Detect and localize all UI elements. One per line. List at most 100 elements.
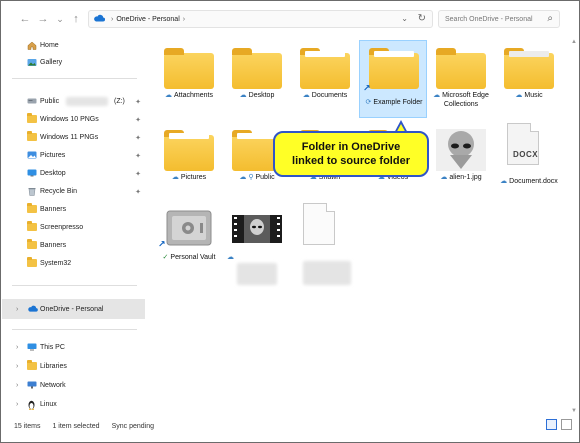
folder-icon [504, 47, 554, 89]
sidebar-item-pictures[interactable]: Pictures ✦ [2, 147, 145, 164]
libraries-icon [27, 360, 37, 370]
sidebar-item-desktop[interactable]: Desktop ✦ [2, 165, 145, 182]
expand-chevron-icon[interactable]: › [16, 306, 18, 313]
network-drive-icon [27, 97, 37, 105]
address-bar[interactable]: › OneDrive - Personal › ⌄ ↻ [88, 10, 433, 28]
sidebar-item-network[interactable]: › Network [2, 377, 145, 394]
sidebar-item-windows-11-pngs[interactable]: Windows 11 PNGs ✦ [2, 129, 145, 146]
folder-icon [27, 221, 37, 231]
item-label: Example Folder [373, 99, 423, 106]
sidebar-item-label: Banners [40, 206, 67, 213]
alien-image-thumbnail [436, 129, 486, 171]
scroll-up-icon[interactable]: ▲ [571, 39, 577, 45]
sidebar-item-windows-10-pngs[interactable]: Windows 10 PNGs ✦ [2, 111, 145, 128]
expand-chevron-icon[interactable]: › [16, 344, 18, 351]
document-icon: DOCX [507, 123, 539, 165]
file-item-desktop[interactable]: ☁ Desktop [223, 41, 291, 121]
breadcrumb-separator-icon: › [111, 15, 114, 23]
home-icon [27, 41, 37, 50]
item-label: Desktop [248, 92, 275, 99]
vertical-scrollbar[interactable]: ▲ ▼ [571, 39, 577, 414]
pin-icon: ✦ [135, 116, 141, 124]
sidebar-item-label: Network [40, 382, 66, 389]
cloud-status-icon: ☁ [171, 174, 179, 181]
file-item-pictures[interactable]: ☁ Pictures [155, 123, 223, 203]
scroll-down-icon[interactable]: ▼ [571, 408, 577, 414]
expand-chevron-icon[interactable]: › [16, 401, 18, 408]
item-label: alien-1.jpg [449, 174, 482, 181]
file-item-video[interactable]: ☁ [223, 203, 291, 285]
search-box[interactable]: Search OneDrive - Personal ⌕ [438, 10, 560, 28]
available-check-icon: ✓ [162, 254, 169, 261]
sidebar-divider [12, 329, 137, 330]
sidebar-item-recycle-bin[interactable]: Recycle Bin ✦ [2, 183, 145, 200]
redacted-filename [237, 263, 277, 285]
folder-icon [232, 47, 282, 89]
folder-icon [300, 47, 350, 89]
forward-arrow-icon[interactable]: → [35, 11, 51, 27]
navigation-pane: Home Gallery Public (Z:) ✦ Windows 10 PN… [2, 37, 145, 415]
item-label: Attachments [174, 92, 213, 99]
pin-icon: ✦ [135, 170, 141, 178]
address-row: ← → ⌄ ↑ › OneDrive - Personal › ⌄ ↻ Sear… [1, 1, 579, 37]
callout-annotation: Folder in OneDrive linked to source fold… [273, 131, 429, 177]
file-item-personal-vault[interactable]: ↗ ✓ Personal Vault [155, 203, 223, 283]
expand-chevron-icon[interactable]: › [16, 363, 18, 370]
sidebar-item-home[interactable]: Home [2, 37, 145, 54]
sidebar-item-banners[interactable]: Banners [2, 237, 145, 254]
pin-icon: ✦ [135, 134, 141, 142]
file-item-document-docx[interactable]: DOCX ☁ Document.docx [495, 123, 563, 203]
recent-locations-chevron-icon[interactable]: ⌄ [52, 11, 68, 27]
file-item-music[interactable]: ☁ Music [495, 41, 563, 121]
item-label: Microsoft Edge Collections [442, 92, 489, 108]
item-label: Public [255, 174, 275, 181]
details-view-icon[interactable] [546, 419, 557, 430]
expand-chevron-icon[interactable]: › [16, 382, 18, 389]
sidebar-item-label: System32 [40, 260, 72, 267]
blank-file-icon [303, 203, 335, 245]
sidebar-item-label: Screenpresso [40, 224, 84, 231]
computer-icon [27, 343, 37, 351]
folder-icon [27, 203, 37, 213]
redacted-text [66, 97, 108, 106]
cloud-status-icon: ☁ [302, 92, 310, 99]
sidebar-item-system32[interactable]: System32 [2, 255, 145, 272]
item-label: Pictures [180, 174, 207, 181]
folder-icon [27, 257, 37, 267]
sidebar-item-linux[interactable]: › Linux [2, 396, 145, 413]
recycle-bin-icon [27, 187, 37, 196]
address-dropdown-icon[interactable]: ⌄ [401, 14, 408, 23]
sidebar-item-libraries[interactable]: › Libraries [2, 358, 145, 375]
file-item-attachments[interactable]: ☁ Attachments [155, 41, 223, 121]
sidebar-item-this-pc[interactable]: › This PC [2, 339, 145, 356]
refresh-icon[interactable]: ↻ [418, 13, 426, 24]
breadcrumb-onedrive[interactable]: OneDrive - Personal [116, 16, 179, 23]
item-label: Music [524, 92, 543, 99]
file-item-blank-file[interactable] [291, 203, 359, 285]
file-item-documents[interactable]: ☁ Documents [291, 41, 359, 121]
item-label: Personal Vault [170, 254, 216, 261]
sidebar-item-label: Desktop [40, 170, 66, 177]
up-arrow-icon[interactable]: ↑ [68, 11, 84, 27]
file-view: ☁ Attachments ☁ Desktop ☁ Documents ↗ ⟳ Exam… [149, 37, 579, 415]
video-thumbnail [232, 209, 282, 251]
file-item-microsoft-edge-collections[interactable]: ☁ Microsoft Edge Collections [427, 41, 495, 121]
sidebar-item-gallery[interactable]: Gallery [2, 54, 145, 71]
drive-letter: (Z:) [114, 98, 125, 105]
large-icons-view-icon[interactable] [561, 419, 572, 430]
item-label: Documents [311, 92, 348, 99]
onedrive-cloud-icon [93, 14, 106, 24]
sidebar-item-banners[interactable]: Banners [2, 201, 145, 218]
file-item-example-folder[interactable]: ↗ ⟳ Example Folder [359, 40, 427, 118]
sidebar-item-public-drive[interactable]: Public (Z:) ✦ [2, 93, 145, 110]
folder-icon [164, 129, 214, 171]
back-arrow-icon[interactable]: ← [17, 11, 33, 27]
sidebar-item-label: Home [40, 42, 59, 49]
cloud-status-icon: ☁ [227, 254, 234, 261]
sync-pending-icon: ⟳ [365, 99, 372, 106]
search-placeholder: Search OneDrive - Personal [445, 15, 533, 23]
sidebar-item-screenpresso[interactable]: Screenpresso [2, 219, 145, 236]
vault-icon [164, 209, 214, 251]
file-item-alien-image[interactable]: ☁ alien-1.jpg [427, 123, 495, 203]
sidebar-item-onedrive-personal[interactable]: › OneDrive - Personal [2, 299, 145, 319]
